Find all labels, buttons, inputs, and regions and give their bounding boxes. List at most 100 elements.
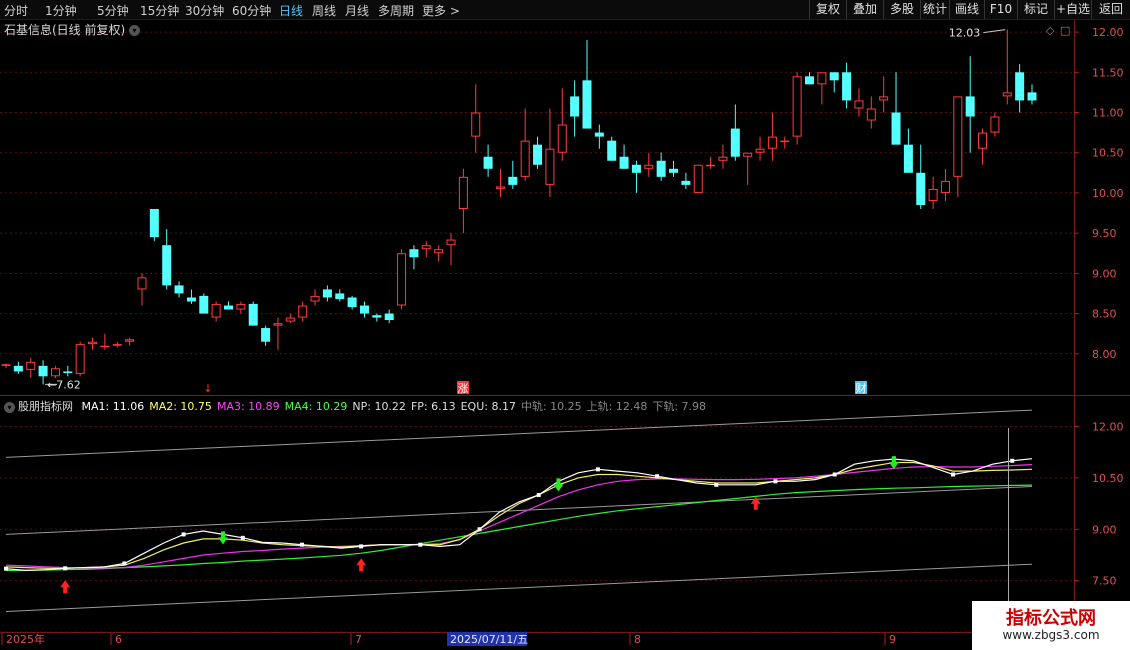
candle-body [842, 72, 852, 101]
candle-body [125, 339, 135, 342]
date-label: 9 [889, 633, 896, 646]
candle-body [174, 285, 184, 294]
candle-body [26, 361, 36, 370]
ma1-marker [418, 542, 423, 547]
candle-body [533, 144, 543, 165]
candle-body [1027, 92, 1037, 101]
price-axis-label: 11.50 [1092, 66, 1124, 79]
candle-body [792, 76, 802, 137]
candle-body [224, 305, 234, 310]
date-label: 2025年 [6, 632, 45, 646]
candle-body [100, 345, 110, 348]
candle-body [916, 172, 926, 205]
mid-band-line [5, 485, 1033, 535]
candle-body [434, 249, 444, 254]
candle-body [631, 164, 641, 173]
candle-body [112, 344, 122, 346]
candle-body [940, 180, 950, 193]
candle-body [706, 164, 716, 167]
watermark-title: 指标公式网 [1006, 608, 1096, 629]
candle-body [570, 96, 580, 117]
price-axis-label: 10.50 [1092, 147, 1124, 160]
price-axis-label: 8.00 [1092, 348, 1117, 361]
ma1-marker [655, 474, 660, 479]
candle-body [298, 305, 308, 318]
buy-arrow-icon [750, 496, 761, 510]
candle-body [137, 277, 147, 290]
candle-body [557, 124, 567, 153]
candle-body [149, 209, 159, 238]
indicator-value: 下轨: 7.98 [652, 400, 707, 413]
candle-body [965, 96, 975, 117]
ma1-marker [595, 467, 600, 472]
watermark-url: www.zbgs3.com [1002, 628, 1100, 642]
candle-body [261, 328, 271, 342]
candle-body [644, 164, 654, 169]
chevron-down-icon[interactable]: ▾ [4, 401, 15, 413]
candle-body [421, 245, 431, 250]
ma3-line [5, 464, 1033, 569]
event-mark: ↓ [203, 382, 212, 395]
candle-body [359, 305, 369, 314]
candle-body [310, 295, 320, 302]
candle-body [619, 156, 629, 169]
ma1-marker [1010, 458, 1015, 463]
candle-body [681, 180, 691, 185]
ma1-marker [832, 472, 837, 477]
candle-body [693, 164, 703, 193]
candle-body [928, 188, 938, 201]
candle-body [866, 108, 876, 121]
candle-body [829, 72, 839, 81]
ma1-marker [536, 493, 541, 498]
candle-body [903, 144, 913, 173]
candle-body [755, 148, 765, 153]
candle-body [730, 128, 740, 157]
buy-arrow-icon [356, 558, 367, 572]
ma1-marker [4, 566, 8, 571]
chevron-down-icon[interactable]: ▾ [129, 25, 141, 36]
candle-body [582, 80, 592, 129]
candle-body [335, 293, 345, 300]
candle-body [88, 341, 98, 345]
indicator-value: MA3: 10.89 [216, 400, 280, 413]
sell-arrow-icon [888, 456, 899, 470]
indicator-value: 中轨: 10.25 [520, 400, 582, 413]
high-price-label: 12.03 [949, 27, 981, 40]
candle-body [186, 297, 196, 302]
candle-body [75, 344, 85, 374]
candle-body [780, 140, 790, 143]
indicator-axis-label: 12.00 [1092, 421, 1124, 434]
indicator-name[interactable]: 股朋指标网 [18, 400, 73, 413]
upper-band-line [5, 409, 1033, 458]
event-mark: 财 [856, 381, 867, 395]
indicator-value: MA1: 11.06 [81, 400, 145, 413]
candle-body [384, 313, 394, 321]
indicator-value: MA2: 10.75 [149, 400, 212, 413]
candle-body [594, 132, 604, 137]
lower-band-line [5, 563, 1033, 612]
candle-body [372, 315, 382, 318]
candle-body [495, 186, 505, 189]
candle-body [458, 176, 468, 210]
price-axis-label: 9.00 [1092, 267, 1117, 280]
ma1-marker [240, 535, 245, 540]
candle-body [520, 140, 530, 177]
price-axis-label: 8.50 [1092, 308, 1117, 321]
candle-body [767, 136, 777, 149]
stock-title: 石基信息(日线 前复权) ▾ [4, 21, 141, 38]
cursor-date-label: 2025/07/11/五 [450, 633, 528, 646]
candle-body [508, 176, 518, 185]
candle-body [817, 72, 827, 85]
price-axis-label: 10.00 [1092, 187, 1124, 200]
ma1-marker [477, 527, 482, 532]
candle-body [236, 303, 246, 310]
event-mark: 涨 [458, 382, 469, 395]
kline-chart[interactable]: ◇ □ 12.00 11.50 11.00 10.50 10.00 9.50 9.00 8.50 8… [0, 0, 1130, 650]
price-axis-label: 12.00 [1092, 26, 1124, 39]
ma1-marker [359, 544, 364, 549]
candle-body [211, 303, 221, 318]
low-price-label: ←7.62 [47, 378, 81, 391]
candle-body [978, 132, 988, 149]
indicator-value: 上轨: 12.48 [586, 400, 648, 413]
candle-body [804, 76, 814, 85]
